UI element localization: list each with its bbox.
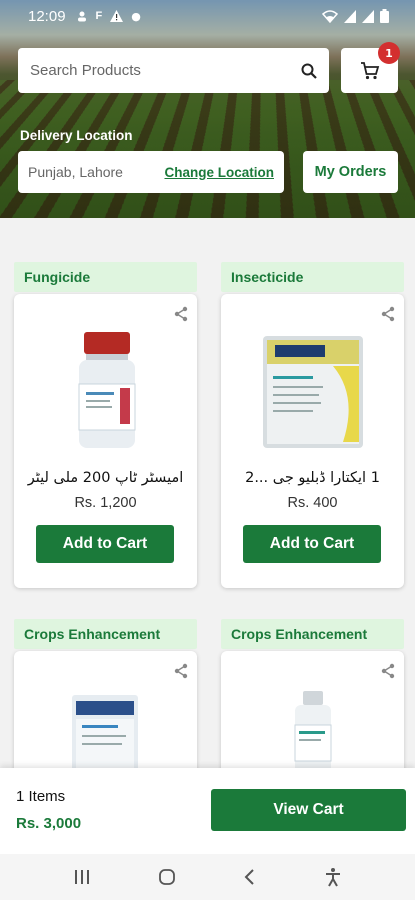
delivery-location-label: Delivery Location [20,128,133,143]
product-name: 1 ایکتارا ڈبلیو جی ...2 [245,470,380,486]
product-image [72,695,138,775]
person-icon [77,11,86,22]
product-price: Rs. 1,200 [74,495,137,511]
cart-item-count: 1 Items [16,788,66,805]
signal-icon [362,9,374,23]
home-icon[interactable] [158,868,176,886]
category-label: Crops Enhancement [14,619,197,649]
signal-icon [344,9,356,23]
warning-icon [110,10,124,22]
category-label: Insecticide [221,262,404,292]
share-icon[interactable] [173,306,189,322]
change-location-link[interactable]: Change Location [164,165,274,180]
location-box: Punjab, Lahore Change Location [18,151,284,193]
product-price: Rs. 400 [287,495,338,511]
product-name: امیسٹر ٹاپ 200 ملی لیٹر [27,470,184,486]
cart-count-badge: 1 [378,42,400,64]
back-icon[interactable] [243,868,257,886]
system-nav-bar [0,854,415,900]
wifi-icon [322,9,338,23]
view-cart-button[interactable]: View Cart [211,789,406,831]
share-icon[interactable] [380,306,396,322]
accessibility-icon[interactable] [324,867,342,887]
share-icon[interactable] [380,663,396,679]
cart-summary-bar: 1 Items Rs. 3,000 View Cart [0,768,415,854]
status-bar: 12:09 F ● [0,0,415,32]
share-icon[interactable] [173,663,189,679]
cart-icon [360,61,379,79]
product-image [78,332,136,448]
recent-apps-icon[interactable] [73,869,91,885]
battery-icon [380,9,389,23]
search-icon[interactable] [301,63,317,79]
add-to-cart-button[interactable]: Add to Cart [36,525,174,563]
product-card[interactable]: امیسٹر ٹاپ 200 ملی لیٹر Rs. 1,200 Add to… [14,294,197,588]
category-label: Crops Enhancement [221,619,404,649]
search-placeholder: Search Products [30,62,141,79]
add-to-cart-button[interactable]: Add to Cart [243,525,381,563]
product-card[interactable]: 1 ایکتارا ڈبلیو جی ...2 Rs. 400 Add to C… [221,294,404,588]
search-input[interactable]: Search Products [18,48,329,93]
status-time: 12:09 [28,7,66,25]
category-label: Fungicide [14,262,197,292]
dot-icon: ● [131,9,141,23]
location-value: Punjab, Lahore [28,164,123,180]
f-icon: F [95,10,103,22]
my-orders-button[interactable]: My Orders [303,151,398,193]
cart-total: Rs. 3,000 [16,815,82,832]
product-image [263,336,363,448]
